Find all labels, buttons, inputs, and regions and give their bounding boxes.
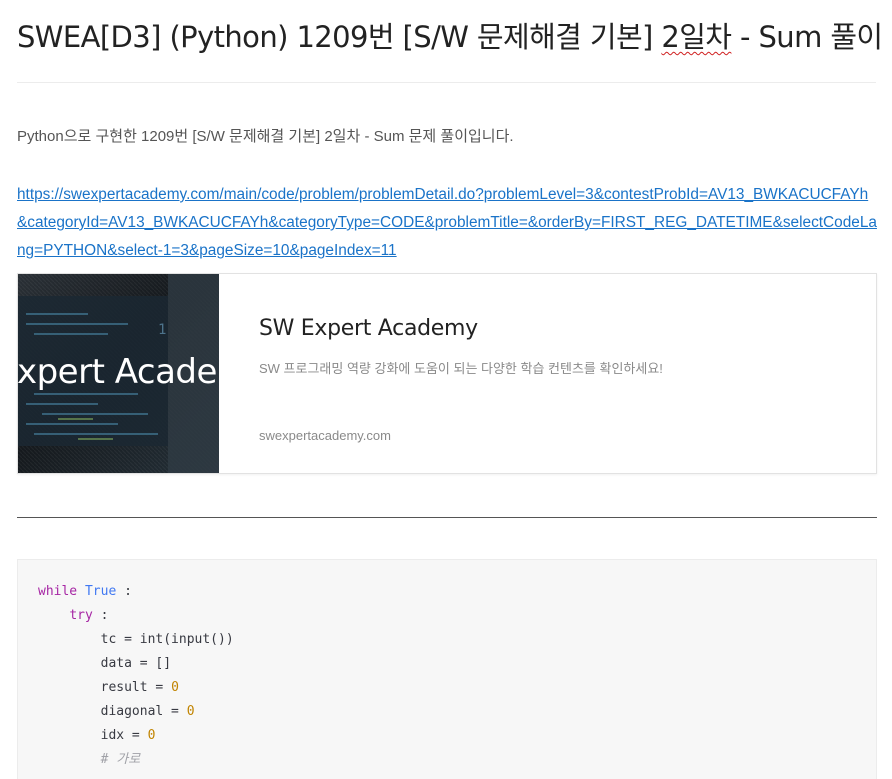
post-title: SWEA[D3] (Python) 1209번 [S/W 문제해결 기본] 2일… (17, 14, 883, 56)
code-line: # 가로 (38, 748, 141, 772)
code-token: 0 (147, 728, 156, 743)
code-token: True (84, 584, 117, 599)
code-line: idx = 0 (38, 724, 156, 748)
post-title-suffix: - Sum 풀이 (731, 20, 883, 54)
code-token: while (38, 584, 78, 599)
code-token: result = (38, 680, 172, 695)
code-token: 0 (186, 704, 195, 719)
problem-link[interactable]: https://swexpertacademy.com/main/code/pr… (17, 181, 877, 265)
code-line: data = [] (38, 652, 171, 676)
code-line: result = 0 (38, 676, 179, 700)
code-line: tc = int(input()) (38, 628, 234, 652)
post-title-prefix: SWEA[D3] (Python) 1209번 [S/W 문제해결 기본] (17, 20, 662, 54)
link-preview-description: SW 프로그래밍 역량 강화에 도움이 되는 다양한 학습 컨텐츠를 확인하세요… (259, 361, 663, 376)
link-preview-thumbnail: 1 Expert Academy (18, 274, 219, 473)
code-token: : (116, 584, 132, 599)
code-token: : (92, 608, 109, 623)
code-token: diagonal = (38, 704, 187, 719)
link-preview-domain: swexpertacademy.com (259, 428, 391, 443)
post-intro: Python으로 구현한 1209번 [S/W 문제해결 기본] 2일차 - S… (17, 128, 514, 145)
svg-text:1: 1 (158, 322, 166, 338)
code-token: idx = (38, 728, 148, 743)
post-title-misspelled-word: 2일차 (661, 20, 732, 54)
link-preview-title[interactable]: SW Expert Academy (259, 316, 478, 341)
code-token: # 가로 (100, 752, 141, 767)
title-divider (17, 82, 876, 83)
code-token: data = [] (38, 656, 172, 671)
link-preview-card[interactable]: 1 Expert Academy SW Expert Academy SW 프로… (17, 273, 877, 474)
code-token: tc = int(input()) (38, 632, 234, 647)
code-line: diagonal = 0 (38, 700, 195, 724)
code-block: while True : try : tc = int(input()) dat… (17, 559, 877, 779)
code-token: try (69, 608, 93, 623)
thumbnail-caption: Expert Academy (18, 352, 219, 392)
code-token: 0 (171, 680, 179, 695)
code-line: try : (38, 604, 108, 628)
section-divider (17, 517, 877, 518)
code-line: while True : (38, 580, 132, 604)
